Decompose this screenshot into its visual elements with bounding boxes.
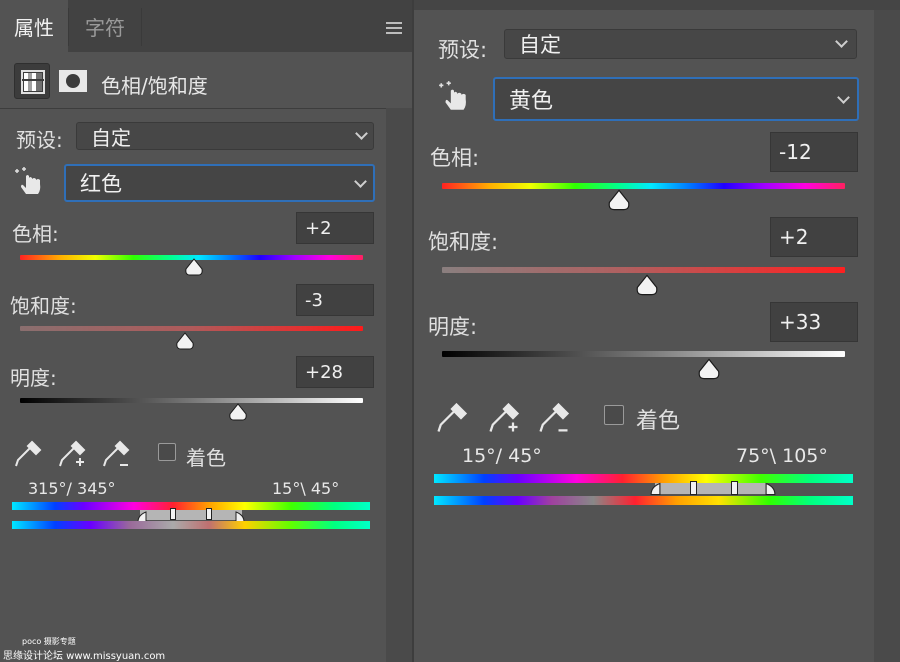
saturation-slider-thumb[interactable] [635, 274, 659, 296]
range-handle-inner-left[interactable] [170, 508, 176, 520]
eyedropper-icon[interactable] [434, 400, 470, 436]
hue-slider-thumb[interactable] [607, 189, 631, 211]
targeted-adjustment-hand-icon[interactable] [438, 80, 470, 114]
watermark-line1: poco 摄影专题 [22, 637, 76, 646]
chevron-down-icon [837, 91, 850, 104]
tab-character[interactable]: 字符 [69, 0, 141, 52]
range-handle-outer-right[interactable] [235, 508, 245, 523]
chevron-down-icon [354, 175, 367, 188]
range-handle-outer-left[interactable] [137, 508, 147, 523]
range-right-degrees: 75°\ 105° [736, 445, 828, 467]
preset-dropdown-value: 自定 [91, 125, 131, 150]
range-left-degrees: 15°/ 45° [462, 445, 542, 467]
hue-value-field[interactable]: +2 [296, 212, 374, 244]
lightness-slider-thumb[interactable] [228, 403, 248, 421]
range-handle-outer-right[interactable] [765, 481, 776, 496]
hue-value: -12 [779, 140, 812, 164]
range-left-degrees: 315°/ 345° [28, 479, 116, 498]
range-handle-inner-right[interactable] [206, 508, 212, 520]
channel-dropdown-value: 红色 [80, 172, 122, 196]
lightness-value: +33 [779, 310, 822, 334]
tab-properties-label: 属性 [14, 15, 54, 40]
chevron-down-icon [835, 35, 848, 48]
preset-dropdown-value: 自定 [519, 33, 561, 57]
hue-slider-thumb[interactable] [184, 258, 204, 276]
color-range-spectrum-bottom [434, 496, 853, 505]
hue-value-field[interactable]: -12 [770, 132, 858, 172]
saturation-label: 饱和度: [10, 294, 77, 318]
lightness-slider-thumb[interactable] [697, 358, 721, 380]
color-range-spectrum-top [434, 474, 853, 483]
channel-dropdown-value: 黄色 [509, 89, 554, 114]
range-handle-outer-left[interactable] [650, 481, 661, 496]
saturation-value-field[interactable]: +2 [770, 217, 858, 257]
preset-dropdown[interactable]: 自定 [504, 29, 857, 59]
lightness-slider-track[interactable] [20, 398, 363, 403]
lightness-label: 明度: [10, 366, 57, 390]
saturation-slider-track[interactable] [20, 326, 363, 331]
saturation-value-field[interactable]: -3 [296, 284, 374, 316]
tab-divider [141, 8, 142, 46]
colorize-label: 着色 [636, 409, 681, 434]
channel-dropdown[interactable]: 黄色 [493, 77, 859, 121]
saturation-label: 饱和度: [428, 230, 499, 254]
preset-label: 预设: [438, 38, 488, 62]
hue-value: +2 [305, 217, 332, 239]
range-right-degrees: 15°\ 45° [272, 479, 340, 498]
divider [0, 108, 386, 109]
tab-properties[interactable]: 属性 [0, 0, 68, 52]
colorize-checkbox[interactable] [604, 405, 624, 425]
eyedropper-add-icon[interactable] [56, 438, 88, 470]
scrollbar-track[interactable] [874, 10, 900, 662]
colorize-checkbox[interactable] [158, 443, 176, 461]
adjustment-layer-icon[interactable] [14, 63, 50, 99]
scrollbar-track[interactable] [386, 108, 412, 662]
eyedropper-add-icon[interactable] [486, 400, 522, 436]
channel-dropdown[interactable]: 红色 [64, 164, 375, 202]
saturation-value: -3 [305, 289, 323, 311]
menu-icon[interactable] [386, 22, 402, 34]
saturation-slider-thumb[interactable] [175, 332, 195, 350]
range-handle-inner-left[interactable] [690, 481, 697, 495]
hue-saturation-properties-panel-left: 属性 字符 色相/饱和度 预设: 自定 红色 色相: +2 饱和度: -3 明度… [0, 0, 412, 662]
hue-saturation-properties-panel-right: 预设: 自定 黄色 色相: -12 饱和度: +2 明度: +33 着色 15°… [414, 0, 900, 662]
range-handle-inner-right[interactable] [731, 481, 738, 495]
color-range-bar[interactable] [655, 483, 767, 494]
lightness-label: 明度: [428, 315, 478, 339]
hue-label: 色相: [12, 222, 59, 246]
color-range-spectrum-bottom [12, 521, 370, 529]
mask-icon[interactable] [58, 68, 88, 94]
targeted-adjustment-hand-icon[interactable] [14, 166, 44, 198]
lightness-slider-track[interactable] [442, 351, 845, 357]
panel-top-edge [414, 0, 900, 10]
color-range-spectrum-top [12, 502, 370, 510]
lightness-value: +28 [305, 361, 343, 383]
tab-character-label: 字符 [85, 15, 125, 40]
color-range-bar[interactable] [140, 510, 242, 520]
eyedropper-subtract-icon[interactable] [100, 438, 132, 470]
lightness-value-field[interactable]: +33 [770, 302, 858, 342]
eyedropper-icon[interactable] [12, 438, 44, 470]
preset-label: 预设: [16, 128, 63, 152]
saturation-slider-track[interactable] [442, 267, 845, 273]
hue-label: 色相: [430, 146, 480, 170]
preset-dropdown[interactable]: 自定 [76, 122, 374, 150]
panel-title: 色相/饱和度 [101, 74, 208, 98]
watermark-line2: 思缘设计论坛 www.missyuan.com [3, 651, 166, 662]
colorize-label: 着色 [186, 446, 226, 470]
saturation-value: +2 [779, 225, 809, 249]
lightness-value-field[interactable]: +28 [296, 356, 374, 388]
chevron-down-icon [355, 127, 368, 140]
hue-slider-track[interactable] [442, 183, 845, 189]
eyedropper-subtract-icon[interactable] [536, 400, 572, 436]
